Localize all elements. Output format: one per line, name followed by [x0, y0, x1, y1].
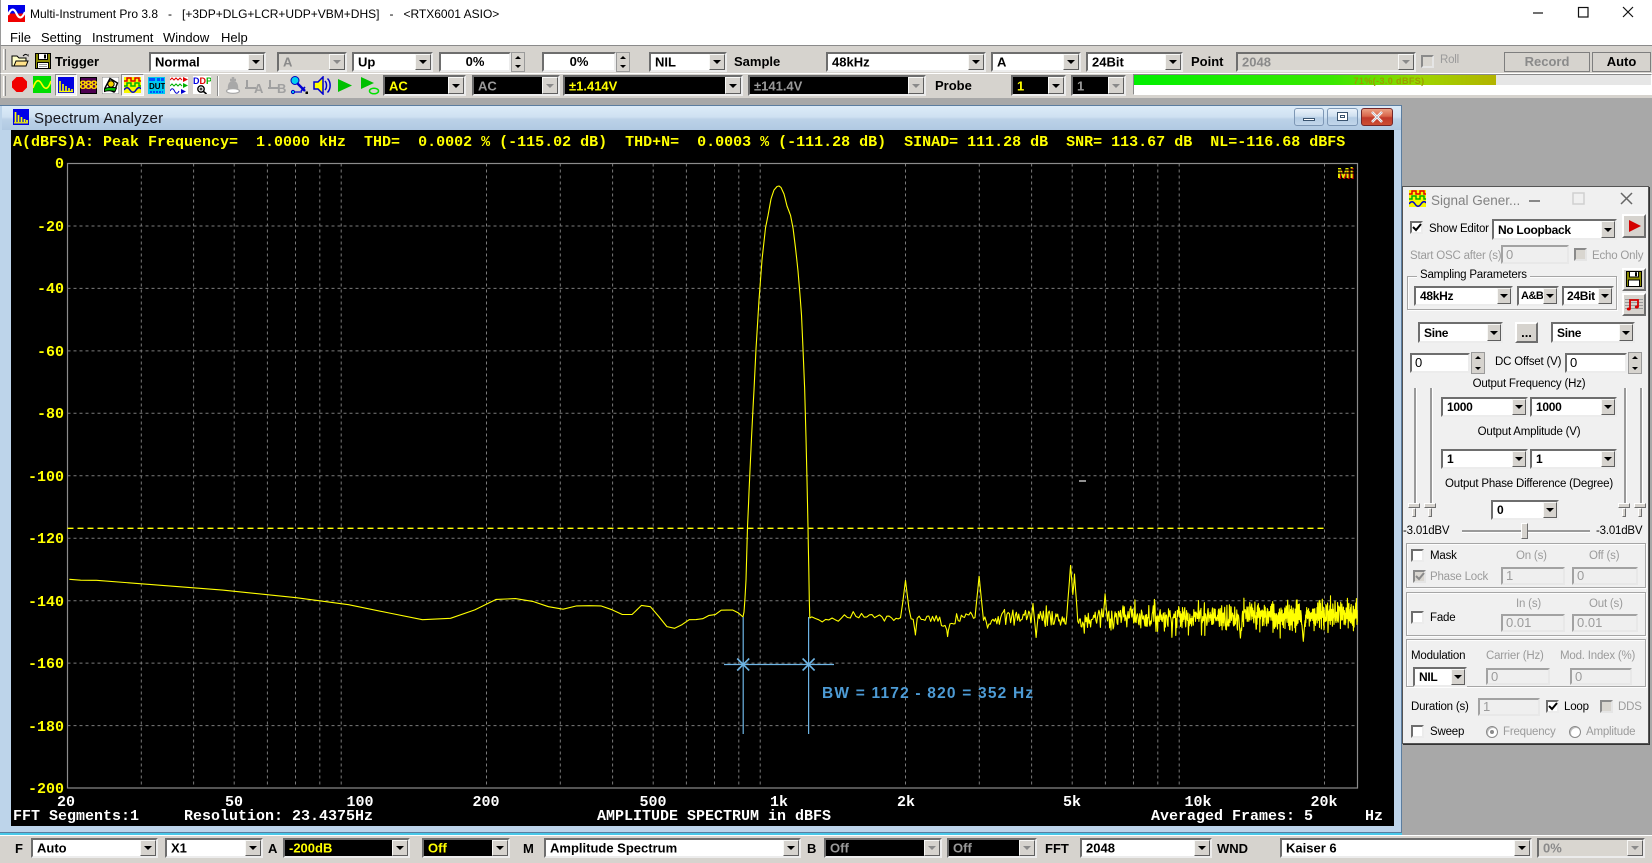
svg-text:DDP: DDP — [193, 76, 211, 86]
svg-text:B: B — [277, 81, 286, 93]
svg-text:A: A — [254, 81, 264, 93]
svg-text:DUT: DUT — [149, 82, 165, 91]
